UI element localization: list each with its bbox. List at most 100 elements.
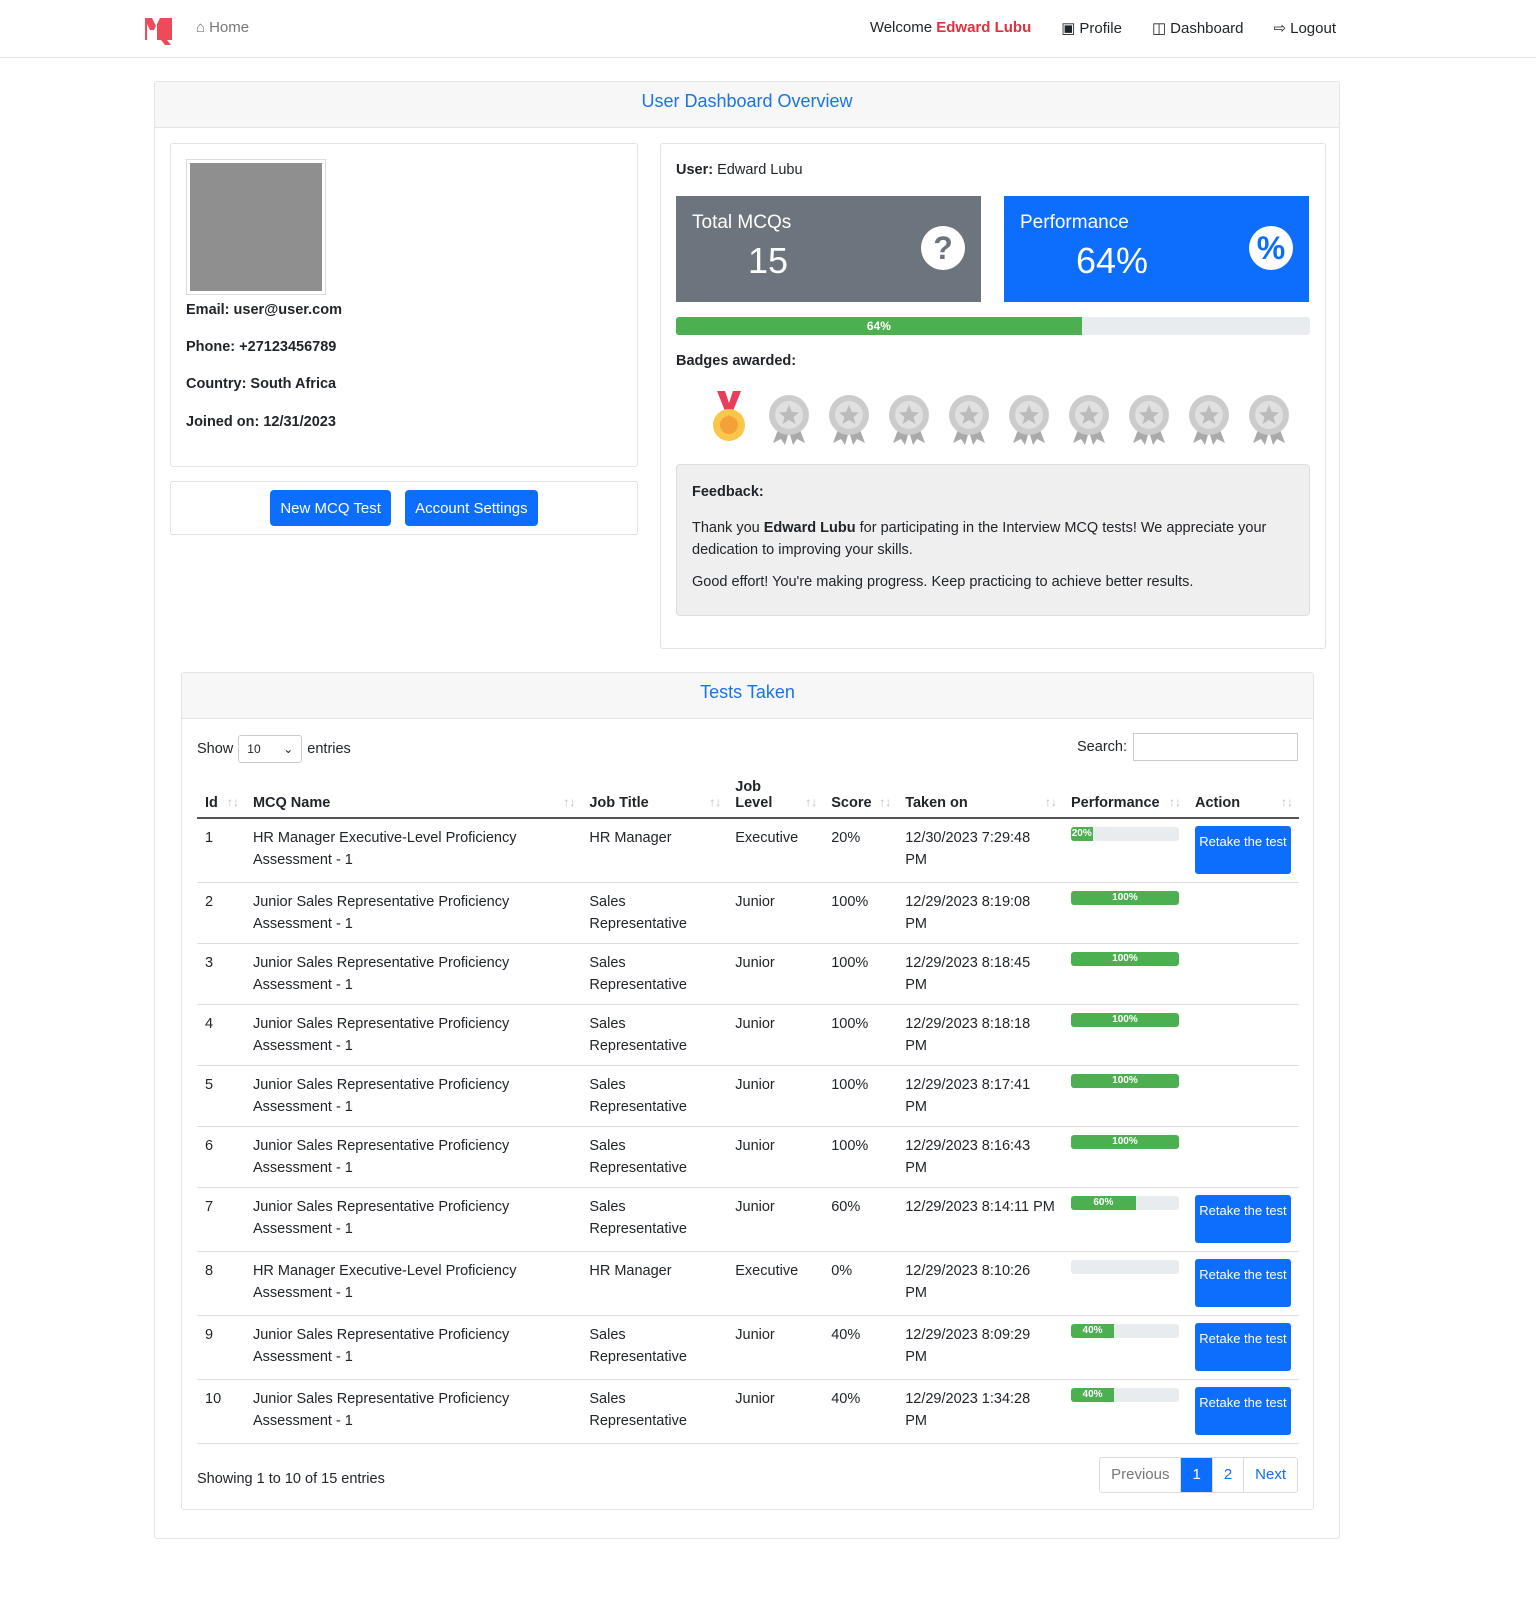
logo-icon[interactable] [142,12,176,46]
sort-icon: ↑↓ [709,795,722,809]
table-cell: Executive [727,1251,824,1316]
badge-icon [1001,387,1057,451]
action-cell [1186,1126,1299,1188]
page-2-button[interactable]: 2 [1211,1458,1243,1492]
table-row: 5 Junior Sales Representative Proficiency… [197,1065,1299,1127]
navbar: ⌂ Home Welcome Edward Lubu ▣ Profile ◫ Dash… [0,0,1536,58]
table-cell: 100% [823,1065,898,1127]
action-cell [1186,943,1299,1005]
table-cell: Junior [727,943,824,1005]
table-row: 7 Junior Sales Representative Proficiency… [197,1187,1299,1252]
badge-icon [1061,387,1117,451]
welcome-text: Welcome Edward Lubu [870,19,1031,37]
badge-icon [1241,387,1297,451]
sort-icon: ↑↓ [226,795,239,809]
table-row: 6 Junior Sales Representative Proficiency… [197,1126,1299,1188]
column-header[interactable]: Id ↑↓ [197,773,245,819]
column-label: Taken on [905,795,968,811]
total-mcqs-card: Total MCQs 15 ? [676,196,981,302]
column-header[interactable]: MCQ Name ↑↓ [244,773,582,819]
table-cell: 12/29/2023 8:18:18 PM [897,1004,1063,1066]
row-progress: 100% [1070,1135,1179,1149]
table-cell: 12/29/2023 8:19:08 PM [897,882,1063,944]
home-icon: ⌂ [196,19,206,36]
table-row: 4 Junior Sales Representative Proficiency… [197,1004,1299,1066]
row-progress-fill: 40% [1070,1388,1115,1402]
table-cell: 8 [197,1251,245,1316]
column-header[interactable]: Job Level ↑↓ [727,773,824,819]
table-cell: Junior Sales Representative Proficiency … [244,1126,582,1188]
table-cell: HR Manager Executive-Level Proficiency A… [244,1251,582,1316]
table-cell: HR Manager [581,1251,728,1316]
table-cell: 12/30/2023 7:29:48 PM [897,818,1063,883]
table-cell: 100% [823,1126,898,1188]
search-control: Search: [1077,733,1298,761]
previous-page-button[interactable]: Previous [1100,1458,1180,1492]
performance-cell: 40% [1062,1315,1187,1380]
page-title: User Dashboard Overview [155,82,1339,128]
retake-test-button[interactable]: Retake the test [1194,1259,1291,1307]
column-header[interactable]: Taken on ↑↓ [897,773,1063,819]
table-cell: 10 [197,1379,245,1444]
table-cell: 7 [197,1187,245,1252]
column-header[interactable]: Performance ↑↓ [1062,773,1187,819]
page-size-control: Show 10 ⌄ entries [197,735,351,763]
badge-icon [881,387,937,451]
action-cell: Retake the test [1186,1379,1299,1444]
retake-test-button[interactable]: Retake the test [1194,826,1291,874]
dashboard-link[interactable]: ◫ Dashboard [1152,19,1244,37]
badges-label: Badges awarded: [676,353,797,369]
table-cell: Junior [727,882,824,944]
table-cell: 20% [823,818,898,883]
table-row: 3 Junior Sales Representative Proficiency… [197,943,1299,1005]
progress-fill: 64% [676,317,1082,335]
home-link[interactable]: ⌂ Home [196,19,249,36]
table-cell: 12/29/2023 8:14:11 PM [897,1187,1063,1252]
welcome-user: Edward Lubu [936,19,1032,36]
row-progress-fill: 20% [1070,827,1093,841]
badge-icon [1121,387,1177,451]
profile-card: Email: user@user.com Phone: +27123456789… [170,143,638,467]
table-cell: Junior Sales Representative Proficiency … [244,1065,582,1127]
performance-label: Performance [1020,212,1129,233]
column-header[interactable]: Score ↑↓ [823,773,898,819]
table-cell: 6 [197,1126,245,1188]
logout-label: Logout [1290,20,1336,37]
question-icon: ? [921,226,965,270]
page-1-button[interactable]: 1 [1180,1458,1212,1492]
search-input[interactable] [1133,733,1298,761]
page-size-select[interactable]: 10 ⌄ [238,735,303,763]
phone-text: Phone: +27123456789 [186,339,337,355]
column-header[interactable]: Job Title ↑↓ [581,773,728,819]
badge-icon [701,387,757,451]
row-progress-fill: 100% [1070,1074,1179,1088]
retake-test-button[interactable]: Retake the test [1194,1323,1291,1371]
sort-icon: ↑↓ [805,795,818,809]
table-cell: 4 [197,1004,245,1066]
logout-icon: ⇨ [1273,20,1287,37]
new-mcq-test-button[interactable]: New MCQ Test [270,490,391,526]
logout-link[interactable]: ⇨ Logout [1274,19,1336,37]
table-cell: 100% [823,943,898,1005]
badges-row [701,387,1297,451]
retake-test-button[interactable]: Retake the test [1194,1195,1291,1243]
performance-cell: 60% [1062,1187,1187,1252]
sort-icon: ↑↓ [1044,795,1057,809]
table-cell: 3 [197,943,245,1005]
table-cell: 100% [823,1004,898,1066]
avatar [186,159,326,295]
retake-test-button[interactable]: Retake the test [1194,1387,1291,1435]
next-page-button[interactable]: Next [1243,1458,1297,1492]
table-cell: Sales Representative [581,1379,728,1444]
table-cell: Junior Sales Representative Proficiency … [244,1379,582,1444]
pagination: Previous 1 2 Next [1099,1457,1298,1493]
table-cell: 12/29/2023 8:18:45 PM [897,943,1063,1005]
table-cell: Sales Representative [581,943,728,1005]
profile-link[interactable]: ▣ Profile [1061,19,1122,37]
table-cell: Executive [727,818,824,883]
column-header[interactable]: Action ↑↓ [1186,773,1299,819]
feedback-advice: Good effort! You're making progress. Kee… [692,574,1194,590]
user-line: User: Edward Lubu [676,162,803,178]
row-progress-fill: 60% [1070,1196,1136,1210]
account-settings-button[interactable]: Account Settings [405,490,538,526]
